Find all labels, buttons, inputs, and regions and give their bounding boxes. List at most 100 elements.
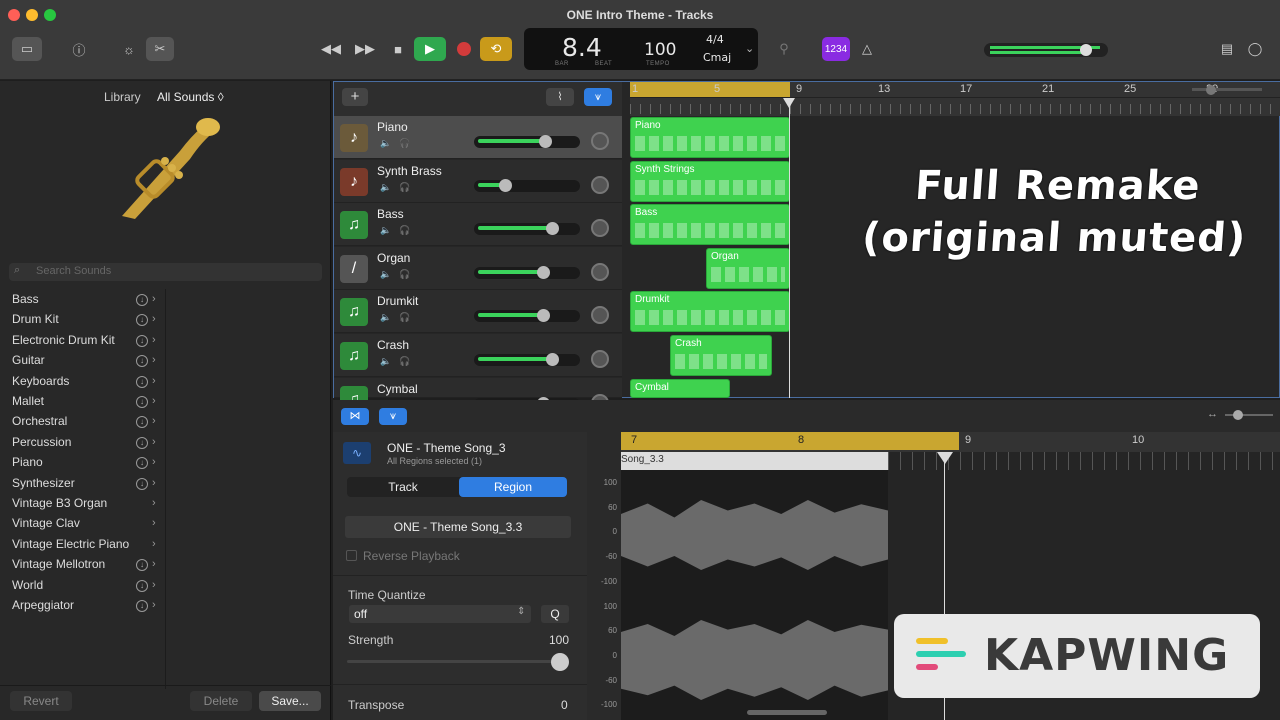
- volume-slider[interactable]: [474, 222, 580, 236]
- download-icon[interactable]: ↓: [136, 477, 148, 490]
- mute-icon[interactable]: 🔈: [378, 312, 394, 325]
- mute-icon[interactable]: 🔈: [378, 225, 394, 238]
- pan-knob[interactable]: [591, 262, 609, 281]
- chevron-right-icon[interactable]: ›: [152, 395, 156, 407]
- download-icon[interactable]: ↓: [136, 375, 148, 388]
- region-name-field[interactable]: ONE - Theme Song_3.3: [345, 516, 571, 538]
- chevron-right-icon[interactable]: ›: [152, 517, 156, 529]
- download-icon[interactable]: ↓: [136, 334, 148, 347]
- editor-playhead-handle-icon[interactable]: [937, 452, 953, 464]
- lcd-display[interactable]: 8.4 BAR BEAT 100 TEMPO 4/4 Cmaj ⌄: [524, 28, 758, 70]
- tab-region[interactable]: Region: [459, 477, 567, 497]
- search-input[interactable]: ⌕ Search Sounds: [9, 263, 322, 281]
- strength-slider[interactable]: [347, 660, 565, 663]
- download-icon[interactable]: ↓: [136, 600, 148, 612]
- volume-knob[interactable]: [537, 265, 550, 279]
- track-region[interactable]: Synth Strings: [630, 160, 790, 202]
- save-button[interactable]: Save...: [259, 691, 321, 711]
- add-track-button[interactable]: +: [342, 88, 368, 106]
- volume-slider[interactable]: [474, 265, 580, 279]
- volume-slider[interactable]: [474, 178, 580, 192]
- pan-knob[interactable]: [591, 306, 609, 325]
- delete-button[interactable]: Delete: [190, 691, 252, 711]
- download-icon[interactable]: ↓: [136, 396, 148, 408]
- track-header[interactable]: ♫ Crash 🔈 🎧: [334, 334, 622, 377]
- library-category-item[interactable]: Mallet: [12, 394, 44, 408]
- library-category-item[interactable]: Arpeggiator: [12, 598, 74, 612]
- master-volume-slider[interactable]: [984, 43, 1108, 57]
- library-category-item[interactable]: Piano: [12, 455, 43, 469]
- editors-scissors-icon[interactable]: ✂: [146, 37, 174, 61]
- mute-icon[interactable]: 🔈: [378, 269, 394, 282]
- track-region[interactable]: Drumkit: [630, 291, 790, 333]
- reverse-checkbox[interactable]: [346, 550, 357, 561]
- tuner-icon[interactable]: ⚲: [772, 37, 796, 61]
- track-header[interactable]: ♫ Drumkit 🔈 🎧: [334, 290, 622, 334]
- track-region[interactable]: Cymbal: [630, 378, 730, 398]
- playhead[interactable]: [789, 100, 790, 398]
- chevron-right-icon[interactable]: ›: [152, 293, 156, 305]
- library-category-item[interactable]: Vintage Clav: [12, 516, 80, 530]
- track-region[interactable]: Bass: [630, 204, 790, 246]
- track-region[interactable]: Piano: [630, 117, 790, 158]
- library-filter-dropdown[interactable]: All Sounds ◊: [157, 90, 224, 104]
- zoom-slider[interactable]: [1192, 88, 1262, 91]
- mute-icon[interactable]: 🔈: [378, 356, 394, 369]
- download-icon[interactable]: ↓: [136, 355, 148, 368]
- solo-headphones-icon[interactable]: 🎧: [397, 356, 413, 369]
- pan-knob[interactable]: [591, 175, 609, 194]
- volume-knob[interactable]: [546, 222, 559, 236]
- track-region[interactable]: Organ: [706, 247, 790, 289]
- chevron-right-icon[interactable]: ›: [152, 538, 156, 550]
- solo-headphones-icon[interactable]: 🎧: [397, 138, 413, 151]
- chevron-right-icon[interactable]: ›: [152, 415, 156, 427]
- library-category-item[interactable]: Bass: [12, 292, 39, 306]
- chevron-right-icon[interactable]: ›: [152, 334, 156, 346]
- download-icon[interactable]: ↓: [136, 559, 148, 572]
- pan-knob[interactable]: [591, 132, 609, 150]
- solo-headphones-icon[interactable]: 🎧: [397, 182, 413, 195]
- pan-knob[interactable]: [591, 219, 609, 238]
- metronome-icon[interactable]: △: [856, 37, 878, 61]
- download-icon[interactable]: ↓: [136, 579, 148, 592]
- master-volume-knob[interactable]: [1080, 44, 1092, 56]
- solo-headphones-icon[interactable]: 🎧: [397, 225, 413, 238]
- tab-track[interactable]: Track: [347, 477, 459, 497]
- stop-icon[interactable]: ■: [386, 37, 410, 61]
- track-region[interactable]: Crash: [670, 335, 772, 376]
- quantize-dropdown[interactable]: off ⇕: [349, 605, 531, 623]
- smart-controls-icon[interactable]: ☼: [118, 37, 140, 61]
- volume-slider[interactable]: [474, 353, 580, 366]
- playhead-handle-icon[interactable]: [783, 98, 795, 108]
- volume-knob[interactable]: [546, 353, 559, 366]
- chevron-right-icon[interactable]: ›: [152, 354, 156, 366]
- chevron-right-icon[interactable]: ›: [152, 375, 156, 387]
- audio-waveform[interactable]: [621, 470, 888, 720]
- solo-headphones-icon[interactable]: 🎧: [397, 269, 413, 282]
- catch-icon[interactable]: ⋈: [341, 408, 369, 425]
- editor-zoom-knob[interactable]: [1233, 410, 1243, 420]
- chevron-right-icon[interactable]: ›: [152, 313, 156, 325]
- snap-icon[interactable]: ⩛: [584, 88, 612, 106]
- editor-cycle-region[interactable]: [621, 432, 959, 450]
- quantize-button[interactable]: Q: [541, 605, 569, 623]
- cycle-icon[interactable]: ⟲: [480, 37, 512, 61]
- library-category-item[interactable]: Keyboards: [12, 374, 69, 388]
- count-in-button[interactable]: 1234: [822, 37, 850, 61]
- notepad-icon[interactable]: ▤: [1216, 37, 1238, 61]
- mute-icon[interactable]: 🔈: [378, 138, 394, 151]
- library-category-item[interactable]: Vintage Electric Piano: [12, 537, 129, 551]
- volume-knob[interactable]: [538, 135, 552, 148]
- chevron-right-icon[interactable]: ›: [152, 436, 156, 448]
- browser-icon[interactable]: ◯: [1244, 37, 1266, 61]
- download-icon[interactable]: ↓: [136, 457, 148, 470]
- library-category-item[interactable]: Vintage Mellotron: [12, 557, 105, 571]
- volume-slider[interactable]: [474, 309, 580, 323]
- help-icon[interactable]: ⓘ: [68, 37, 90, 61]
- library-category-item[interactable]: Drum Kit: [12, 312, 59, 326]
- library-category-item[interactable]: Vintage B3 Organ: [12, 496, 107, 510]
- track-header[interactable]: ♪ Piano 🔈 🎧: [334, 116, 622, 159]
- fast-forward-icon[interactable]: ▶▶: [352, 37, 378, 61]
- play-button[interactable]: ▶: [414, 37, 446, 61]
- library-icon[interactable]: ▭: [12, 37, 42, 61]
